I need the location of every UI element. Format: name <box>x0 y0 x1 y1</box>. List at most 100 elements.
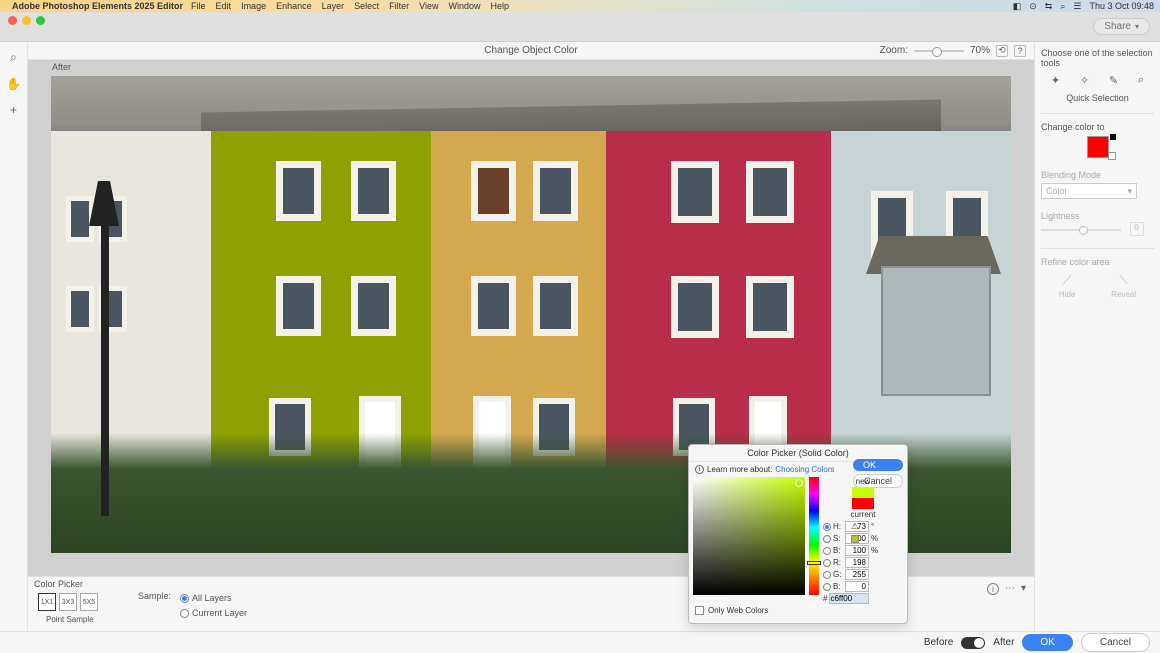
hide-brush[interactable]: ⟋Hide <box>1059 273 1075 299</box>
blending-mode-label: Blending Mode <box>1041 170 1154 180</box>
sb-picker-dot[interactable] <box>795 479 803 487</box>
s-radio[interactable] <box>823 535 831 543</box>
menubar-datetime[interactable]: Thu 3 Oct 09:48 <box>1089 1 1154 11</box>
bb-radio[interactable] <box>823 583 831 591</box>
nearest-web-color-swatch[interactable] <box>851 535 859 543</box>
lightness-value[interactable]: 0 <box>1130 222 1144 236</box>
options-panel-label: Color Picker <box>34 579 83 589</box>
control-icon[interactable]: ⇆ <box>1045 1 1053 12</box>
auto-select-tool-icon[interactable]: ✦ <box>1051 74 1060 87</box>
after-label: After <box>52 62 71 72</box>
more-icon[interactable]: ⋯ <box>1005 583 1015 595</box>
share-button[interactable]: Share <box>1093 18 1150 35</box>
minimize-window-button[interactable] <box>22 16 31 25</box>
window-chrome: Share <box>0 12 1160 42</box>
before-toggle-label: Before <box>924 637 953 648</box>
control-center-icon[interactable]: ☰ <box>1073 1 1081 12</box>
learn-more-label: Learn more about: <box>707 465 772 474</box>
traffic-lights <box>8 16 45 25</box>
menu-window[interactable]: Window <box>449 1 481 11</box>
color-picker-dialog: Color Picker (Solid Color) i Learn more … <box>688 444 908 624</box>
menu-enhance[interactable]: Enhance <box>276 1 312 11</box>
lightness-slider[interactable] <box>1041 229 1121 231</box>
picker-ok-button[interactable]: OK <box>853 459 903 471</box>
after-toggle-label: After <box>993 637 1014 648</box>
menu-select[interactable]: Select <box>354 1 379 11</box>
zoom-slider[interactable] <box>914 50 964 52</box>
hex-input[interactable] <box>829 593 869 604</box>
new-current-swatches <box>852 487 874 509</box>
wifi-icon[interactable]: ⊙ <box>1029 1 1037 12</box>
gamut-warning-icon[interactable]: ⚠ <box>851 521 859 532</box>
search-icon[interactable]: ⌕ <box>1060 1 1065 12</box>
saturation-brightness-field[interactable] <box>693 477 805 595</box>
menu-edit[interactable]: Edit <box>216 1 232 11</box>
new-color-swatch[interactable] <box>852 487 874 498</box>
menu-file[interactable]: File <box>191 1 206 11</box>
lightness-label: Lightness <box>1041 211 1154 221</box>
choose-tool-label: Choose one of the selection tools <box>1041 48 1154 68</box>
hand-tool-icon[interactable]: ✋ <box>6 77 21 91</box>
selection-brush-tool-icon[interactable]: ✎ <box>1109 74 1118 87</box>
reveal-brush[interactable]: ⟍Reveal <box>1111 273 1136 299</box>
hue-slider[interactable] <box>809 477 819 595</box>
blending-mode-select[interactable]: Color▾ <box>1041 183 1137 199</box>
quick-selection-label: Quick Selection <box>1041 93 1154 103</box>
new-label: new <box>823 477 903 486</box>
maximize-window-button[interactable] <box>36 16 45 25</box>
help-icon[interactable]: ? <box>1014 45 1026 57</box>
sample-5x5[interactable]: 5X5 <box>80 593 98 611</box>
point-sample-label: Point Sample <box>46 615 94 624</box>
bb-input[interactable] <box>845 581 869 592</box>
mac-menubar: Adobe Photoshop Elements 2025 Editor Fil… <box>0 0 1160 12</box>
zoom-label: Zoom: <box>880 45 908 56</box>
current-label: current <box>823 510 903 519</box>
ok-button[interactable]: OK <box>1022 634 1072 651</box>
zoom-value: 70% <box>970 45 990 56</box>
reset-icon[interactable]: ⟲ <box>996 45 1008 57</box>
info-circle-icon[interactable]: i <box>987 583 999 595</box>
page-title: Change Object Color <box>484 45 577 56</box>
choosing-colors-link[interactable]: Choosing Colors <box>775 465 834 474</box>
close-window-button[interactable] <box>8 16 17 25</box>
zoom-tool-icon[interactable]: ⌕ <box>10 50 17 65</box>
menu-help[interactable]: Help <box>491 1 510 11</box>
r-input[interactable] <box>845 557 869 568</box>
target-color-swatch[interactable] <box>1087 136 1109 158</box>
h-radio[interactable] <box>823 523 831 531</box>
only-web-label[interactable]: Only Web Colors <box>708 606 768 615</box>
menu-image[interactable]: Image <box>241 1 266 11</box>
only-web-checkbox[interactable] <box>695 606 704 615</box>
right-panel: Choose one of the selection tools ✦ ✧ ✎ … <box>1034 42 1160 631</box>
current-layer-label[interactable]: Current Layer <box>192 608 247 618</box>
all-layers-label[interactable]: All Layers <box>192 593 232 603</box>
b-radio[interactable] <box>823 547 831 555</box>
r-radio[interactable] <box>823 559 831 567</box>
before-after-toggle[interactable] <box>961 637 985 649</box>
menu-layer[interactable]: Layer <box>322 1 345 11</box>
hue-selector[interactable] <box>807 561 821 565</box>
magic-wand-tool-icon[interactable]: ✧ <box>1080 74 1089 87</box>
change-color-label: Change color to <box>1041 122 1154 132</box>
menu-view[interactable]: View <box>419 1 438 11</box>
app-name: Adobe Photoshop Elements 2025 Editor <box>12 1 183 11</box>
g-input[interactable] <box>845 569 869 580</box>
sample-label: Sample: <box>138 591 171 601</box>
add-tool-icon[interactable]: + <box>10 103 17 117</box>
footer-bar: Before After OK Cancel <box>0 631 1160 653</box>
chevron-down-icon[interactable]: ▾ <box>1021 583 1026 595</box>
g-radio[interactable] <box>823 571 831 579</box>
status-icon[interactable]: ◧ <box>1013 1 1022 12</box>
sample-1x1[interactable]: 1X1 <box>38 593 56 611</box>
menu-filter[interactable]: Filter <box>389 1 409 11</box>
current-color-swatch[interactable] <box>852 498 874 509</box>
cancel-button[interactable]: Cancel <box>1081 633 1150 652</box>
top-bar: Change Object Color Zoom: 70% ⟲ ? <box>28 42 1034 60</box>
info-icon[interactable]: i <box>695 465 704 474</box>
b-input[interactable] <box>845 545 869 556</box>
radio-all-layers[interactable] <box>180 594 189 603</box>
refine-label: Refine color area <box>1041 257 1154 267</box>
radio-current-layer[interactable] <box>180 609 189 618</box>
zoom-tool-icon[interactable]: ⌕ <box>1138 74 1144 87</box>
sample-3x3[interactable]: 3X3 <box>59 593 77 611</box>
